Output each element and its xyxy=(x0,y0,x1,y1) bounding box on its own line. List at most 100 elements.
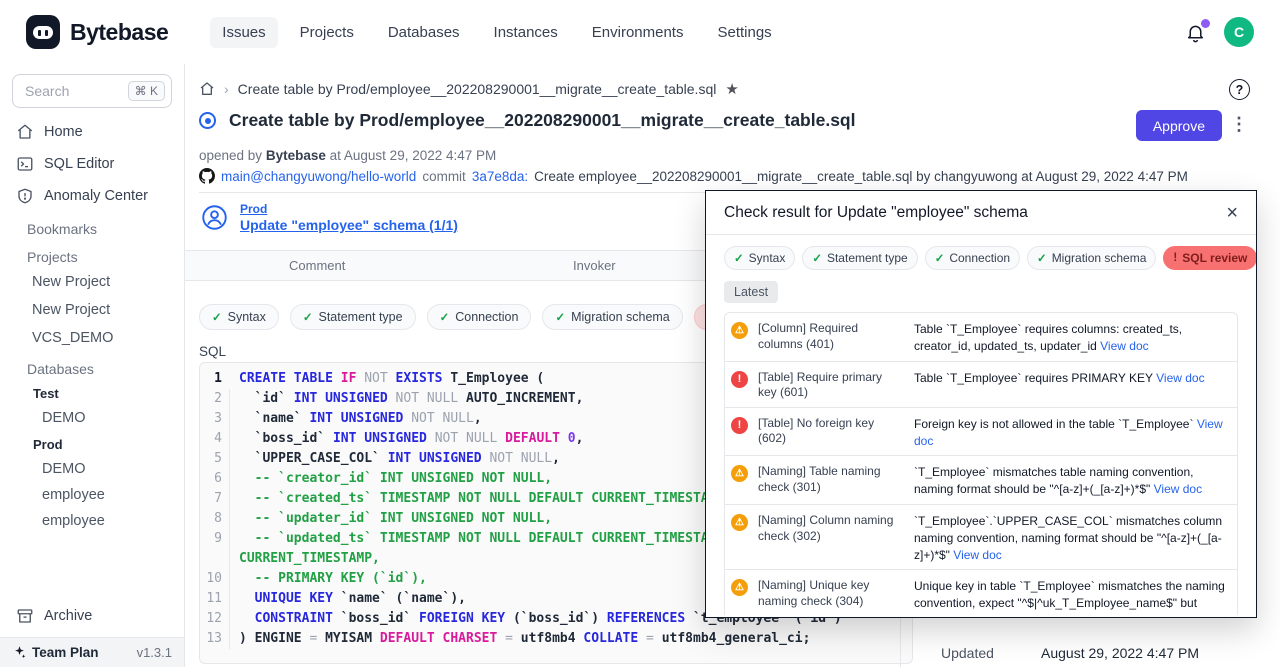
sidebar-item-home[interactable]: Home xyxy=(0,116,184,148)
code-token: FOREIGN KEY xyxy=(419,611,513,626)
star-icon[interactable]: ★ xyxy=(725,80,738,98)
check-pill-connection[interactable]: ✓Connection xyxy=(427,304,532,330)
sidebar-db-demo[interactable]: DEMO xyxy=(0,456,184,482)
nav-item-projects[interactable]: Projects xyxy=(288,17,366,48)
warning-icon: ⚠ xyxy=(731,514,748,531)
check-pill-statement-type[interactable]: ✓Statement type xyxy=(802,246,917,270)
sidebar-item-anomaly-center[interactable]: Anomaly Center xyxy=(0,180,184,212)
sidebar-db-employee[interactable]: employee xyxy=(0,508,184,534)
line-number: 7 xyxy=(200,489,230,509)
check-pill-migration-schema[interactable]: ✓Migration schema xyxy=(1027,246,1156,270)
plan-name: Team Plan xyxy=(32,645,99,660)
sidebar-db-employee[interactable]: employee xyxy=(0,482,184,508)
shield-icon xyxy=(16,187,34,205)
view-doc-link[interactable]: View doc xyxy=(1100,339,1148,353)
check-pill-statement-type[interactable]: ✓Statement type xyxy=(290,304,416,330)
line-number: 3 xyxy=(200,409,230,429)
github-icon xyxy=(199,168,215,184)
modal-body: ✓Syntax ✓Statement type ✓Connection ✓Migrat… xyxy=(706,235,1256,615)
notification-dot xyxy=(1201,19,1210,28)
code-token: INT UNSIGNED xyxy=(333,431,435,446)
branch-repo-link[interactable]: main@changyuwong/hello-world xyxy=(221,169,416,184)
column-header-comment: Comment xyxy=(289,258,345,273)
warning-icon: ⚠ xyxy=(731,322,748,339)
check-pill-label: Migration schema xyxy=(571,310,670,324)
line-number: 13 xyxy=(200,629,230,649)
code-token: NOT NULL xyxy=(396,391,466,406)
section-databases: Databases xyxy=(0,352,184,380)
search-input[interactable] xyxy=(23,82,109,100)
opened-suffix: at August 29, 2022 4:47 PM xyxy=(330,148,497,163)
top-nav: Issues Projects Databases Instances Environm… xyxy=(210,17,783,48)
kebab-menu-icon[interactable]: ⋮ xyxy=(1230,113,1248,136)
approve-button[interactable]: Approve xyxy=(1136,110,1222,141)
notifications-button[interactable] xyxy=(1185,22,1206,43)
check-pill-syntax[interactable]: ✓Syntax xyxy=(724,246,795,270)
view-doc-link[interactable]: View doc xyxy=(989,613,1037,615)
sidebar-project-vcs-demo[interactable]: VCS_DEMO xyxy=(0,324,184,352)
brand[interactable]: Bytebase xyxy=(26,15,168,49)
code-token: utf8mb4_general_ci; xyxy=(662,631,811,646)
view-doc-link[interactable]: View doc xyxy=(953,548,1001,562)
code-token: INT UNSIGNED xyxy=(309,411,411,426)
help-icon: ? xyxy=(1236,83,1244,97)
view-doc-link[interactable]: View doc xyxy=(1154,482,1202,496)
code-token: DEFAULT CHARSET xyxy=(380,631,505,646)
nav-item-issues[interactable]: Issues xyxy=(210,17,277,48)
sidebar-env-prod[interactable]: Prod xyxy=(0,431,184,456)
sidebar-project-new-project[interactable]: New Project xyxy=(0,268,184,296)
sidebar-item-archive[interactable]: Archive xyxy=(0,599,184,633)
check-pill-migration-schema[interactable]: ✓Migration schema xyxy=(542,304,682,330)
sidebar: ⌘ K Home SQL Editor Anomaly Center Bookm… xyxy=(0,64,185,667)
stage-row: Prod Update "employee" schema (1/1) xyxy=(201,202,458,233)
plan-label[interactable]: Team Plan xyxy=(12,645,99,660)
version-label: v1.3.1 xyxy=(137,645,172,660)
close-icon[interactable]: × xyxy=(1226,203,1238,223)
brand-name: Bytebase xyxy=(70,19,168,46)
check-pill-connection[interactable]: ✓Connection xyxy=(925,246,1020,270)
avatar[interactable]: C xyxy=(1224,17,1254,47)
code-token: -- `creator_id` INT UNSIGNED NOT NULL, xyxy=(239,471,552,486)
check-rule-description: `T_Employee`.`UPPER_CASE_COL` mismatches… xyxy=(914,511,1229,563)
check-pill-label: Syntax xyxy=(749,251,786,265)
latest-button[interactable]: Latest xyxy=(724,281,778,303)
check-pill-label: Statement type xyxy=(319,310,403,324)
breadcrumb-text[interactable]: Create table by Prod/employee__202208290… xyxy=(238,81,717,97)
check-result-row: ⚠[Naming] Column naming check (302)`T_Em… xyxy=(725,505,1237,570)
code-token: AUTO_INCREMENT, xyxy=(466,391,583,406)
sidebar-db-demo[interactable]: DEMO xyxy=(0,405,184,431)
line-number: 11 xyxy=(200,589,230,609)
code-token: , xyxy=(474,411,482,426)
code-token: NOT NULL xyxy=(435,431,505,446)
sidebar-env-test[interactable]: Test xyxy=(0,380,184,405)
check-rule-description: `T_Employee` mismatches table naming con… xyxy=(914,462,1229,498)
sidebar-item-sql-editor[interactable]: SQL Editor xyxy=(0,148,184,180)
help-button[interactable]: ? xyxy=(1229,79,1250,100)
nav-item-instances[interactable]: Instances xyxy=(482,17,570,48)
view-doc-link[interactable]: View doc xyxy=(1156,371,1204,385)
stage-env-link[interactable]: Prod xyxy=(240,202,458,216)
check-pill-syntax[interactable]: ✓Syntax xyxy=(199,304,279,330)
home-icon[interactable] xyxy=(199,81,215,97)
check-pill-sql-review[interactable]: !SQL review xyxy=(1163,246,1256,270)
check-icon: ✓ xyxy=(212,310,222,324)
check-rule-name: [Table] No foreign key (602) xyxy=(758,414,904,447)
check-results-list: ⚠[Column] Required columns (401)Table `T… xyxy=(724,312,1238,615)
panel-label: Updated xyxy=(941,645,1041,661)
nav-item-environments[interactable]: Environments xyxy=(580,17,696,48)
nav-item-databases[interactable]: Databases xyxy=(376,17,472,48)
search-box[interactable]: ⌘ K xyxy=(12,74,172,108)
check-result-row: ⚠[Column] Required columns (401)Table `T… xyxy=(725,313,1237,362)
modal-header: Check result for Update "employee" schem… xyxy=(706,191,1256,235)
stage-task-link[interactable]: Update "employee" schema (1/1) xyxy=(240,217,458,233)
check-pill-label: Connection xyxy=(949,251,1010,265)
sidebar-project-new-project[interactable]: New Project xyxy=(0,296,184,324)
code-token: DEFAULT xyxy=(505,431,568,446)
nav-item-settings[interactable]: Settings xyxy=(705,17,783,48)
code-token: `name` xyxy=(239,411,309,426)
commit-hash-link[interactable]: 3a7e8da: xyxy=(472,169,528,184)
view-doc-link[interactable]: View doc xyxy=(914,417,1223,448)
section-bookmarks: Bookmarks xyxy=(0,212,184,240)
check-result-row: ⚠[Naming] Unique key naming check (304)U… xyxy=(725,570,1237,615)
opened-author: Bytebase xyxy=(266,148,326,163)
